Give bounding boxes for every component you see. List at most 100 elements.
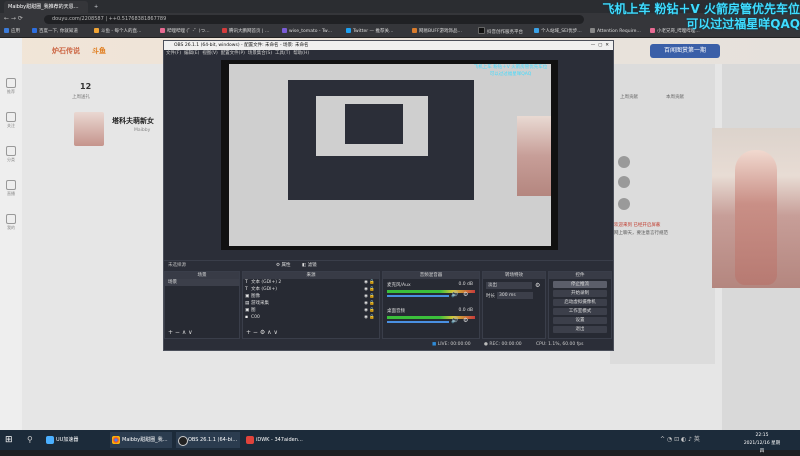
eye-lock-icons[interactable]: ◉ 🔒 [364,314,375,321]
text-icon: T [245,287,248,292]
chat-notice-2: 网上聊天，要注意言行规范 [614,231,668,236]
speaker-icon[interactable]: 🔊 [451,317,458,324]
taskbar-item-idwk[interactable]: iDWK - 347aiden… [244,432,308,448]
duration-input[interactable]: 300 ms [497,292,533,299]
menu-tools[interactable]: 工具(T) [275,51,290,56]
source-item[interactable]: ▤ 游戏采集 ◉ 🔒 [243,300,379,307]
rank-label-week[interactable]: 上周贡献 [620,94,638,100]
menu-edit[interactable]: 编辑(E) [184,51,199,56]
transitions-header: 转场特效 [483,272,545,279]
eye-lock-icons[interactable]: ◉ 🔒 [364,307,375,314]
back-forward-reload-icons[interactable]: ← → ⟳ [4,15,23,22]
idwk-icon [246,436,254,444]
new-tab-button[interactable]: + [90,1,100,13]
scene-add-remove-buttons[interactable]: + − ∧ ∨ [168,329,193,336]
controls-header: 控件 [549,272,611,279]
system-tray-icons[interactable]: ^ ◔ ⊡ ◐ ♪ 英 [660,434,700,446]
nav-item-recommend[interactable]: 推荐 [2,76,20,98]
eye-lock-icons[interactable]: ◉ 🔒 [364,300,375,307]
eye-lock-icons[interactable]: ◉ 🔒 [364,286,375,293]
menu-profile[interactable]: 配置文件(P) [221,51,245,56]
controls-dock: 控件 停止推流 开始录制 启动虚拟摄像机 工作室模式 设置 退出 [548,271,612,339]
volume-slider[interactable] [387,295,449,297]
bookmark-item[interactable]: 个人站域_SEI优步… [534,27,582,36]
transition-gear-icon[interactable]: ⚙ [535,282,540,289]
audio-mixer-dock: 音频混音器 麦克风/Aux 0.0 dB 🔊 ⚙ 桌面音频 0.0 dB 🔊 ⚙ [382,271,480,339]
image-icon: ▣ [245,308,250,313]
bookmark-item[interactable]: 斗鱼 - 每个人的直… [94,27,141,36]
nav-item-mine[interactable]: 我的 [2,212,20,234]
windows-start-icon[interactable]: ⊞ [5,434,13,446]
viewer-avatar[interactable] [618,198,630,210]
bookmark-item[interactable]: Twitter — 推荐关… [346,27,393,36]
scene-item[interactable]: 场景 [165,279,239,286]
volume-slider[interactable] [387,321,449,323]
taskbar-item-chrome[interactable]: Maibby甜甜圈_我… [110,432,172,448]
gear-icon[interactable]: ⚙ [463,317,468,324]
menu-help[interactable]: 帮助(H) [293,51,309,56]
nav-item-live[interactable]: 直播 [2,178,20,200]
obs-window-controls[interactable]: — ▢ ✕ [591,41,609,50]
studio-mode-button[interactable]: 工作室模式 [553,308,607,315]
exit-button[interactable]: 退出 [553,326,607,333]
heart-icon [6,112,16,122]
windows-taskbar: ⊞ ⚲ UU加速器 Maibby甜甜圈_我… OBS 26.1.1 (64-bi… [0,430,800,450]
streamer-avatar[interactable] [74,112,104,146]
header-logo[interactable]: 炉石传说 [52,46,80,56]
cpu-fps: CPU: 1.1%, 60.00 fps [536,342,584,347]
sources-header: 来源 [243,272,379,279]
bookmark-item[interactable]: 抖音创作服务平台 [478,27,523,36]
menu-file[interactable]: 文件(F) [166,51,181,56]
address-bar[interactable]: douyu.com/2208587 | ++0.51768381867789 [44,15,584,24]
scenes-header: 场景 [165,272,239,279]
bookmark-item[interactable]: 网易BUFF游戏饰品… [412,27,462,36]
speaker-icon[interactable]: 🔊 [451,291,458,298]
nav-item-follow[interactable]: 关注 [2,110,20,132]
menu-scene-collection[interactable]: 场景集合(S) [248,51,272,56]
douyu-logo[interactable]: 斗鱼 [92,46,106,56]
user-icon [6,214,16,224]
source-item[interactable]: ▣ 图 ◉ 🔒 [243,307,379,314]
transition-select[interactable]: 淡出 [486,282,532,289]
source-item[interactable]: T 文本 (GDI+) 2 ◉ 🔒 [243,279,379,286]
bookmark-item[interactable]: 应用 [4,27,20,36]
tv-icon [6,180,16,190]
source-item[interactable]: ▣ 图像 ◉ 🔒 [243,293,379,300]
menu-view[interactable]: 视图(V) [202,51,218,56]
eye-lock-icons[interactable]: ◉ 🔒 [364,293,375,300]
rec-indicator: ● REC: 00:00:00 [484,342,522,347]
nav-item-category[interactable]: 分类 [2,144,20,166]
bookmark-item[interactable]: 哔哩哔哩 (゜-゜)つ… [160,27,210,36]
follow-count: 12 [80,82,92,91]
volume-meter [387,290,475,293]
taskbar-item-uu[interactable]: UU加速器 [44,432,106,448]
streamer-title: 塔科夫萌新女 [112,117,154,125]
start-recording-button[interactable]: 开始录制 [553,290,607,297]
preview-webcam [517,116,551,196]
gear-icon[interactable]: ⚙ [463,291,468,298]
browser-tab-active[interactable]: Maibby甜甜圈_我推荐的天恩… [4,1,88,13]
taskbar-clock[interactable]: 22:15 2021/12/16 星期四 [742,432,782,454]
properties-button[interactable]: ⚙ 属性 [276,262,290,268]
taskbar-item-obs[interactable]: OBS 26.1.1 (64-bi… [176,432,240,448]
source-item[interactable]: T 文本 (GDI+) ◉ 🔒 [243,286,379,293]
follow-label: 上周送礼 [72,95,90,100]
settings-button[interactable]: 设置 [553,317,607,324]
right-promo-banner[interactable]: 百闻图赏第一期 [650,44,720,58]
stop-streaming-button[interactable]: 停止推流 [553,281,607,288]
rank-label-this-week[interactable]: 本周贡献 [666,94,684,100]
viewer-avatar[interactable] [618,176,630,188]
volume-meter [387,316,475,319]
source-add-remove-buttons[interactable]: + − ⚙ ∧ ∨ [246,329,278,336]
eye-lock-icons[interactable]: ◉ 🔒 [364,279,375,286]
bookmark-item[interactable]: 百度一下, 你就知道 [32,27,78,36]
search-icon[interactable]: ⚲ [27,434,33,446]
image-icon: ▣ [245,294,250,299]
filters-button[interactable]: ◧ 滤镜 [302,262,317,268]
scenes-dock: 场景 场景 + − ∧ ∨ [164,271,240,339]
source-item[interactable]: ▪ C00 ◉ 🔒 [243,314,379,321]
viewer-avatar[interactable] [618,156,630,168]
bookmark-item[interactable]: wise_tomato - Tw… [282,27,332,36]
bookmark-item[interactable]: 腾讯大鹏网首页 | … [222,27,269,36]
virtual-camera-button[interactable]: 启动虚拟摄像机 [553,299,607,306]
